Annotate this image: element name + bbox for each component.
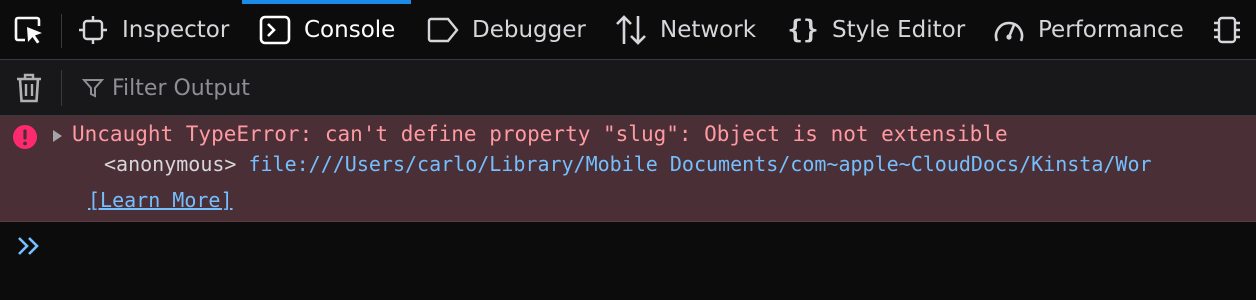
tab-performance[interactable]: Performance bbox=[992, 0, 1184, 60]
style-editor-icon: {} bbox=[787, 15, 819, 45]
network-icon bbox=[614, 13, 648, 47]
tab-memory[interactable] bbox=[1210, 0, 1256, 60]
filter-box bbox=[82, 70, 712, 106]
debugger-icon bbox=[426, 13, 460, 47]
expand-twisty-icon[interactable] bbox=[50, 128, 64, 144]
frame-location-link[interactable]: file:///Users/carlo/Library/Mobile Docum… bbox=[248, 152, 1151, 176]
console-icon bbox=[258, 13, 292, 47]
memory-icon bbox=[1210, 13, 1244, 47]
stack-frame: <anonymous> file:///Users/carlo/Library/M… bbox=[104, 152, 1152, 176]
tab-inspector[interactable]: Inspector bbox=[76, 0, 229, 60]
performance-icon bbox=[992, 13, 1026, 47]
tab-debugger[interactable]: Debugger bbox=[426, 0, 586, 60]
tab-label: Style Editor bbox=[832, 17, 966, 43]
filter-icon bbox=[82, 79, 104, 98]
tab-label: Console bbox=[304, 17, 396, 43]
tab-label: Network bbox=[660, 17, 757, 43]
error-icon bbox=[13, 125, 37, 149]
console-filter-bar bbox=[0, 60, 1256, 116]
console-error-message: Uncaught TypeError: can't define propert… bbox=[0, 116, 1256, 222]
tab-console[interactable]: Console bbox=[241, 0, 412, 60]
error-text: Uncaught TypeError: can't define propert… bbox=[72, 122, 1008, 146]
console-input[interactable] bbox=[56, 230, 1240, 262]
console-prompt-icon bbox=[18, 237, 39, 255]
frame-function: <anonymous> bbox=[104, 152, 237, 176]
filter-separator bbox=[61, 70, 62, 106]
element-picker-button[interactable] bbox=[0, 0, 58, 60]
tab-label: Performance bbox=[1038, 17, 1184, 43]
element-picker-icon bbox=[14, 16, 42, 44]
devtools-toolbar: Inspector Console Debugger Network {} St… bbox=[0, 0, 1256, 60]
toolbar-separator bbox=[61, 14, 62, 48]
learn-more-link[interactable]: [Learn More] bbox=[88, 188, 233, 212]
tab-label: Debugger bbox=[472, 17, 586, 43]
tab-style-editor[interactable]: {} Style Editor bbox=[786, 0, 965, 60]
filter-output-input[interactable] bbox=[112, 75, 712, 101]
trash-icon[interactable] bbox=[14, 72, 44, 104]
tab-network[interactable]: Network bbox=[614, 0, 756, 60]
tab-label: Inspector bbox=[122, 17, 230, 43]
inspector-icon bbox=[76, 13, 110, 47]
